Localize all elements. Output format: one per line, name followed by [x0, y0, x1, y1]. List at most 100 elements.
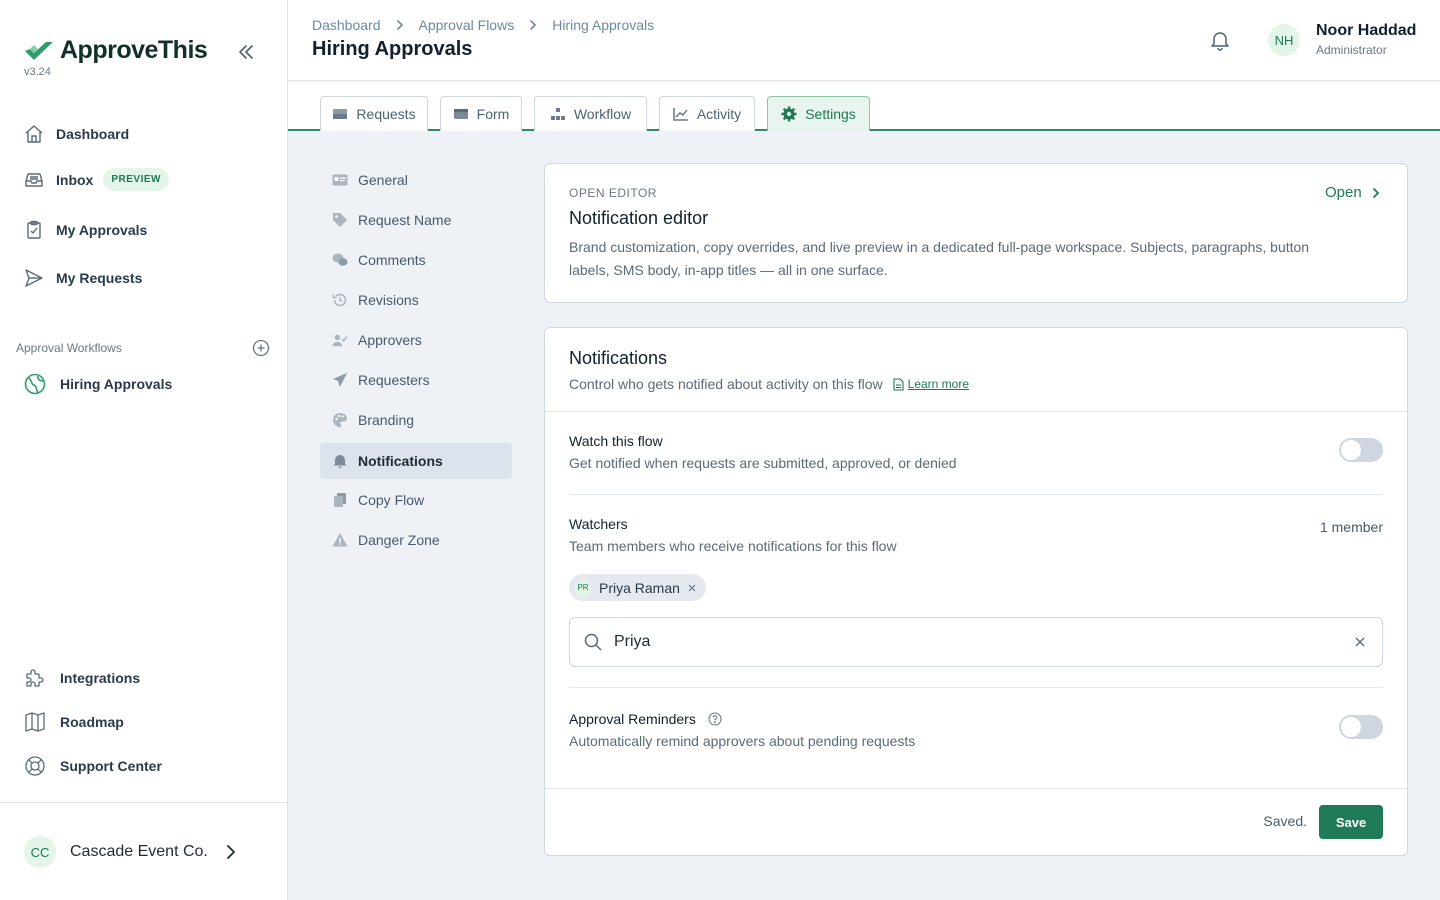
sidebar-item-label: Integrations	[60, 670, 141, 686]
tab-label: Settings	[805, 106, 856, 122]
settings-item-label: Comments	[358, 252, 426, 268]
chart-line-icon	[673, 107, 689, 121]
workflow-globe-icon	[24, 373, 46, 395]
sidebar-item-support-center[interactable]: Support Center	[24, 755, 162, 777]
sidebar-divider	[0, 802, 288, 803]
settings-item-danger-zone[interactable]: Danger Zone	[320, 522, 512, 558]
sidebar-item-label: My Approvals	[56, 222, 148, 238]
divider	[545, 788, 1407, 789]
watchers-description: Team members who receive notifications f…	[569, 538, 897, 554]
learn-more-link[interactable]: Learn more	[893, 377, 969, 391]
tab-label: Activity	[696, 106, 742, 122]
gear-icon	[781, 106, 797, 122]
sidebar-item-dashboard[interactable]: Dashboard	[24, 124, 129, 144]
notifications-bell-button[interactable]	[1208, 28, 1232, 52]
user-check-icon	[332, 332, 348, 348]
puzzle-icon	[24, 667, 46, 689]
app-logo[interactable]: ApproveThis	[24, 36, 208, 65]
notifications-card: Notifications Control who gets notified …	[544, 327, 1408, 856]
tab-form[interactable]: Form	[440, 96, 522, 131]
tab-activity[interactable]: Activity	[659, 96, 755, 131]
settings-item-general[interactable]: General	[320, 162, 512, 198]
palette-icon	[332, 412, 348, 428]
organization-switcher[interactable]: CC Cascade Event Co.	[24, 836, 238, 868]
flow-tabs: Requests Form Workflow Activity Settings	[288, 82, 1440, 131]
open-editor-link[interactable]: Open	[1325, 184, 1382, 201]
bell-icon	[1208, 28, 1232, 52]
card-eyebrow: OPEN EDITOR	[569, 186, 657, 200]
settings-item-comments[interactable]: Comments	[320, 242, 512, 278]
editor-card-description: Brand customization, copy overrides, and…	[569, 239, 1310, 278]
top-header: Dashboard Approval Flows Hiring Approval…	[288, 0, 1440, 81]
save-button[interactable]: Save	[1319, 805, 1383, 839]
sidebar-item-label: Roadmap	[60, 714, 124, 730]
workflow-icon	[550, 107, 566, 121]
double-chevron-left-icon	[237, 43, 255, 61]
settings-item-label: Branding	[358, 412, 415, 428]
sidebar-item-my-requests[interactable]: My Requests	[24, 268, 142, 288]
settings-item-requesters[interactable]: Requesters	[320, 362, 512, 398]
settings-item-label: Copy Flow	[358, 492, 425, 508]
watcher-name: Priya Raman	[599, 579, 680, 596]
open-link-label: Open	[1325, 184, 1362, 201]
send-icon	[24, 268, 44, 288]
preview-badge: PREVIEW	[103, 168, 169, 191]
watcher-search-input[interactable]	[614, 633, 1352, 651]
watch-flow-toggle[interactable]	[1339, 438, 1383, 462]
breadcrumb-dashboard[interactable]: Dashboard	[312, 17, 381, 33]
settings-item-approvers[interactable]: Approvers	[320, 322, 512, 358]
divider	[545, 411, 1407, 412]
org-avatar: CC	[24, 836, 56, 868]
history-icon	[332, 292, 348, 308]
settings-item-notifications[interactable]: Notifications	[320, 443, 512, 479]
remove-watcher-button[interactable]	[688, 584, 696, 592]
close-icon	[1352, 634, 1368, 650]
sidebar: ApproveThis v3.24 Dashboard Inbox PREVIE…	[0, 0, 288, 900]
workflow-label: Hiring Approvals	[60, 376, 173, 392]
settings-item-label: Notifications	[358, 453, 443, 469]
search-icon	[584, 633, 602, 651]
save-status: Saved.	[1263, 813, 1307, 829]
tab-settings[interactable]: Settings	[767, 96, 870, 131]
settings-item-revisions[interactable]: Revisions	[320, 282, 512, 318]
editor-card-title: Notification editor	[569, 208, 709, 228]
sidebar-item-my-approvals[interactable]: My Approvals	[24, 220, 147, 240]
chevron-right-icon	[528, 19, 538, 31]
tab-workflow[interactable]: Workflow	[534, 96, 647, 131]
paper-plane-icon	[332, 372, 348, 388]
watchers-count: 1 member	[1319, 519, 1383, 535]
add-workflow-button[interactable]	[252, 339, 270, 357]
sidebar-item-label: Support Center	[60, 758, 162, 774]
user-avatar[interactable]: NH	[1268, 24, 1300, 56]
sidebar-item-label: Inbox	[56, 171, 94, 188]
sidebar-item-inbox[interactable]: Inbox PREVIEW	[24, 168, 169, 191]
chevron-right-icon	[395, 19, 405, 31]
breadcrumb-hiring-approvals[interactable]: Hiring Approvals	[552, 17, 654, 33]
settings-item-copy-flow[interactable]: Copy Flow	[320, 482, 512, 518]
collapse-sidebar-button[interactable]	[234, 40, 258, 64]
approval-reminders-toggle[interactable]	[1339, 715, 1383, 739]
document-icon	[893, 377, 904, 391]
settings-item-branding[interactable]: Branding	[320, 402, 512, 438]
id-card-icon	[332, 172, 348, 188]
sidebar-item-roadmap[interactable]: Roadmap	[24, 711, 124, 733]
settings-item-label: Requesters	[358, 372, 430, 388]
help-circle-icon[interactable]	[708, 712, 722, 726]
clipboard-check-icon	[24, 220, 44, 240]
settings-item-label: Request Name	[358, 212, 452, 228]
org-name: Cascade Event Co.	[70, 843, 208, 860]
settings-item-label: Danger Zone	[358, 532, 440, 548]
watcher-search-field[interactable]	[569, 617, 1383, 667]
breadcrumb-approval-flows[interactable]: Approval Flows	[419, 17, 515, 33]
sidebar-item-integrations[interactable]: Integrations	[24, 667, 140, 689]
tab-requests[interactable]: Requests	[320, 96, 428, 131]
tab-label: Workflow	[573, 106, 632, 122]
checkmark-logo-icon	[24, 40, 54, 62]
learn-more-label: Learn more	[907, 377, 969, 391]
clear-search-button[interactable]	[1352, 634, 1368, 650]
map-icon	[24, 711, 46, 733]
chevron-right-icon	[1370, 187, 1382, 199]
sidebar-item-hiring-approvals[interactable]: Hiring Approvals	[24, 373, 172, 395]
settings-item-request-name[interactable]: Request Name	[320, 202, 512, 238]
app-version: v3.24	[24, 66, 51, 78]
